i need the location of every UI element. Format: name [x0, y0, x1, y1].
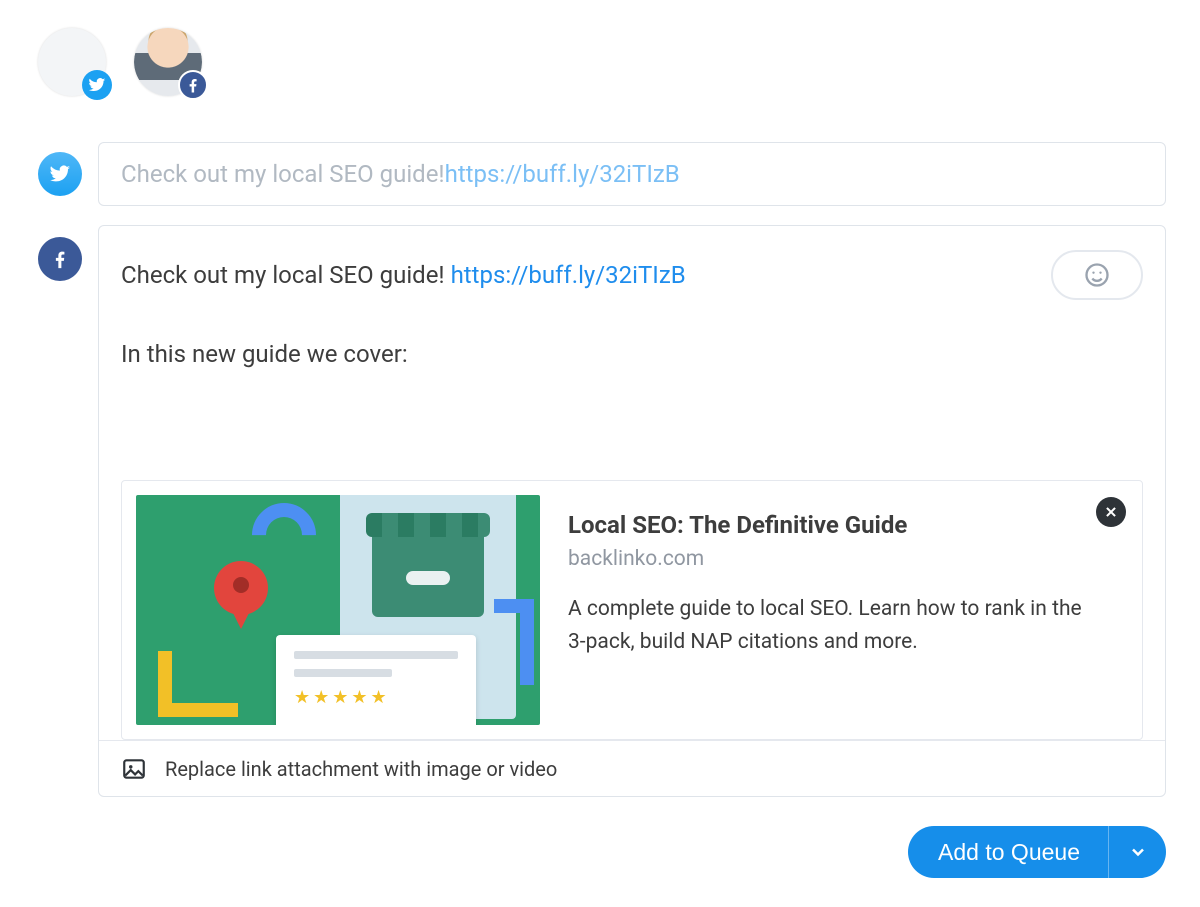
link-preview-thumbnail: ★★★★★ [122, 481, 554, 739]
replace-attachment-button[interactable]: Replace link attachment with image or vi… [99, 740, 1165, 796]
twitter-icon [82, 70, 112, 100]
chevron-down-icon [1128, 842, 1148, 862]
image-icon [121, 756, 147, 782]
add-to-queue-dropdown[interactable] [1108, 826, 1166, 878]
emoji-icon [1083, 261, 1111, 289]
link-preview-description: A complete guide to local SEO. Learn how… [568, 593, 1082, 658]
composer-link: https://buff.ly/32iTIzB [445, 160, 680, 188]
account-twitter[interactable] [38, 28, 106, 96]
add-to-queue-button[interactable]: Add to Queue [908, 826, 1108, 878]
submit-controls: Add to Queue [908, 826, 1166, 878]
composer-text: Check out my local SEO guide! [121, 261, 451, 289]
link-preview: ★★★★★ Local SEO: The Definitive Guide ba… [121, 480, 1143, 740]
twitter-icon [38, 152, 82, 196]
link-preview-domain: backlinko.com [568, 547, 1082, 571]
composer-textarea[interactable]: Check out my local SEO guide! https://bu… [121, 256, 1143, 456]
composer-text: Check out my local SEO guide! [121, 160, 445, 188]
remove-link-preview-button[interactable] [1096, 497, 1126, 527]
composer-link[interactable]: https://buff.ly/32iTIzB [451, 261, 686, 289]
twitter-composer[interactable]: Check out my local SEO guide! https://bu… [98, 142, 1166, 206]
facebook-composer: Check out my local SEO guide! https://bu… [98, 225, 1166, 797]
composer-text-2: In this new guide we cover: [121, 340, 408, 368]
facebook-icon [178, 70, 208, 100]
connected-accounts [38, 28, 202, 96]
account-facebook[interactable] [134, 28, 202, 96]
close-icon [1104, 505, 1118, 519]
link-preview-title: Local SEO: The Definitive Guide [568, 511, 1082, 539]
facebook-icon [38, 237, 82, 281]
replace-attachment-label: Replace link attachment with image or vi… [165, 757, 557, 781]
emoji-picker-button[interactable] [1051, 250, 1143, 300]
